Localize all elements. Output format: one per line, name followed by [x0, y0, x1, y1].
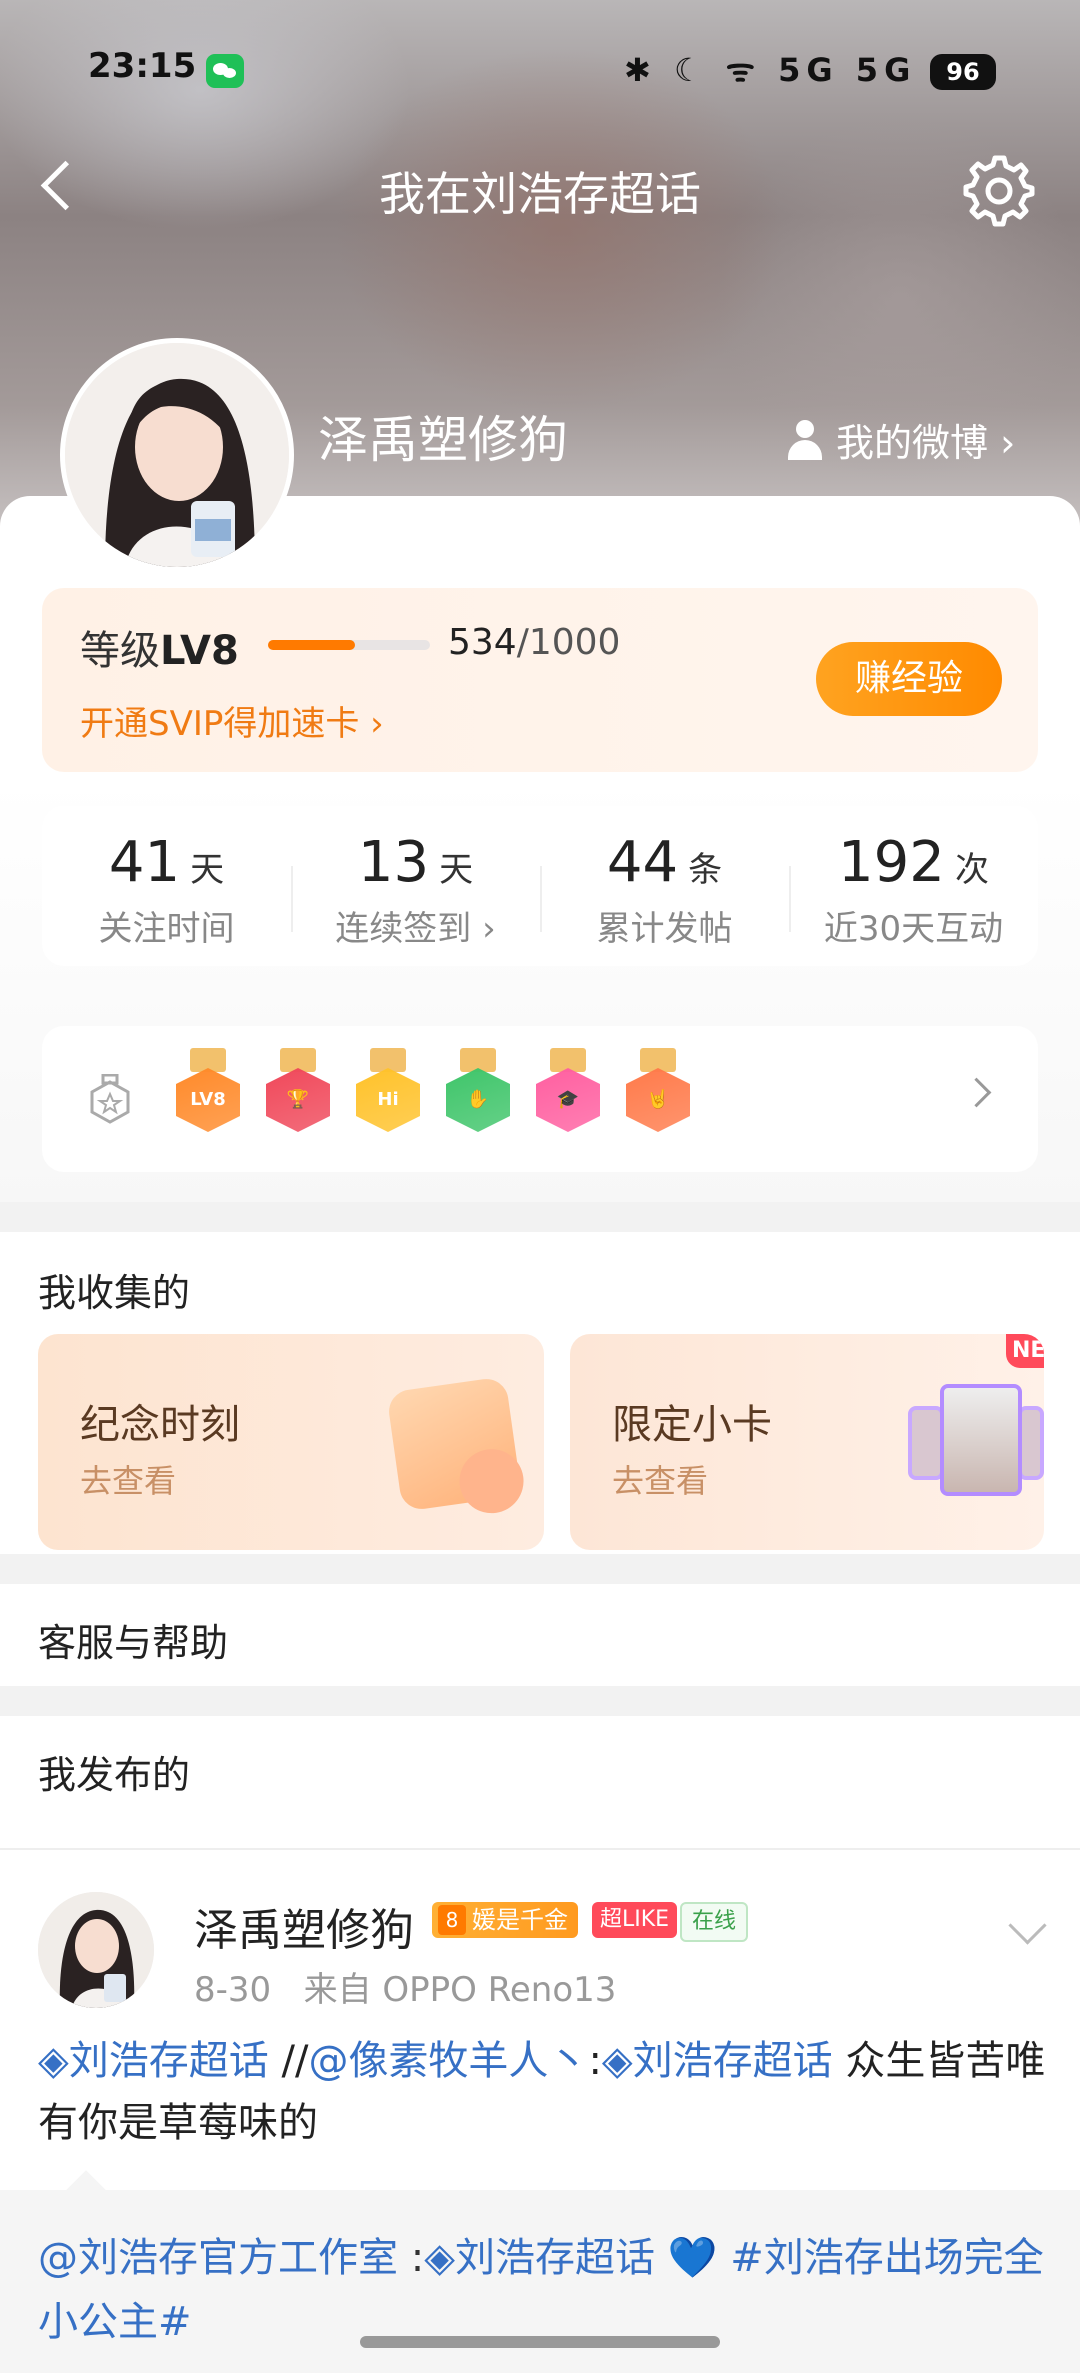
fan-level-tag: 媛是千金: [432, 1902, 578, 1938]
posted-section: 我发布的: [0, 1716, 1080, 1850]
mention-link[interactable]: @像素牧羊人丶: [308, 2038, 588, 2084]
topic-link[interactable]: ◈刘浩存超话: [38, 2038, 269, 2084]
stat-label: 近30天互动: [823, 909, 1004, 949]
rock-badge-icon: 🤘: [626, 1048, 690, 1134]
trophy-badge-icon: 🏆: [266, 1048, 330, 1134]
status-icons: ✱ ☾ ᯤ 5G 5G: [624, 51, 917, 89]
topic-link[interactable]: ◈刘浩存超话: [424, 2235, 655, 2281]
chevron-down-icon[interactable]: [1006, 1912, 1046, 1952]
mention-link[interactable]: @刘浩存官方工作室: [38, 2235, 398, 2281]
screen: 23:15 ✱ ☾ ᯤ 5G 5G 96 我在刘浩存超话 泽禹塑修狗 我的微博 …: [0, 0, 1080, 2373]
profile-card: 等级LV8 534/1000 开通SVIP得加速卡 › 赚经验 41 天 关注时间…: [0, 496, 1080, 1202]
level-label: 等级LV8: [80, 618, 239, 676]
medal-outline-icon: [88, 1074, 132, 1124]
my-weibo-label: 我的微博 ›: [836, 421, 1016, 465]
stat-unit: 次: [954, 850, 989, 890]
lv-badge-icon: LV8: [176, 1048, 240, 1134]
stat-value: 13: [357, 830, 430, 895]
nav-bar: 我在刘浩存超话: [0, 140, 1080, 230]
stat-posts: 44 条 累计发帖: [540, 806, 789, 966]
calendar-icon: [386, 1376, 522, 1512]
level-prefix: 等级: [80, 628, 160, 674]
stat-follow-days: 41 天 关注时间: [42, 806, 291, 966]
post-meta: 8-30 来自 OPPO Reno13: [194, 1962, 616, 2011]
my-weibo-link[interactable]: 我的微博 ›: [786, 412, 1015, 467]
collect-card-limited[interactable]: 限定小卡 去查看 NE: [570, 1334, 1044, 1550]
post-source: 来自 OPPO Reno13: [303, 1970, 617, 2010]
level-panel: 等级LV8 534/1000 开通SVIP得加速卡 › 赚经验: [42, 588, 1038, 772]
wechat-icon: [206, 54, 244, 88]
status-bar: 23:15 ✱ ☾ ᯤ 5G 5G 96: [0, 40, 1080, 104]
page-title: 我在刘浩存超话: [379, 167, 701, 221]
level-progress-text: 534/1000: [448, 622, 620, 663]
stat-interactions: 192 次 近30天互动: [789, 806, 1038, 966]
photo-card: [940, 1384, 1022, 1496]
posted-title: 我发布的: [38, 1753, 191, 1797]
heart-emoji: 💙: [654, 2235, 731, 2281]
collect-card-moments[interactable]: 纪念时刻 去查看: [38, 1334, 544, 1550]
stat-unit: 天: [439, 850, 474, 890]
post-text-part: //: [268, 2038, 309, 2084]
level-value: LV8: [160, 628, 239, 674]
post-date: 8-30: [194, 1970, 272, 2010]
stat-label: 累计发帖: [596, 909, 733, 949]
collect-card-sub: 去查看: [612, 1462, 709, 1500]
gear-icon[interactable]: [958, 150, 1036, 228]
avatar[interactable]: [60, 338, 294, 572]
level-progress-fill: [268, 640, 355, 650]
home-indicator[interactable]: [360, 2336, 720, 2348]
stat-checkin-days[interactable]: 13 天 连续签到 ›: [291, 806, 540, 966]
quoted-text: @刘浩存官方工作室 :◈刘浩存超话 💙 #刘浩存出场完全小公主#: [38, 2226, 1058, 2354]
person-icon: [786, 419, 824, 460]
stat-label: 连续签到 ›: [335, 909, 496, 949]
topic-link[interactable]: ◈刘浩存超话: [602, 2038, 833, 2084]
level-progress-bar: [268, 640, 430, 650]
level-total: /1000: [516, 622, 621, 663]
collect-card-title: 限定小卡: [612, 1402, 772, 1448]
super-like-tag: 超LIKE: [592, 1902, 678, 1938]
new-badge: NE: [1006, 1334, 1044, 1368]
quoted-text-part: :: [398, 2235, 425, 2281]
photo-card: [908, 1406, 944, 1480]
stats-panel: 41 天 关注时间 13 天 连续签到 › 44 条 累计发帖 192 次 近30天互动: [42, 806, 1038, 966]
post-item[interactable]: 泽禹塑修狗 媛是千金 超LIKE 在线 8-30 来自 OPPO Reno13 …: [0, 1850, 1080, 2190]
help-row[interactable]: 客服与帮助: [0, 1584, 1080, 1686]
collected-title: 我收集的: [38, 1271, 191, 1315]
collect-card-sub: 去查看: [80, 1462, 177, 1500]
stat-value: 44: [606, 830, 679, 895]
svip-link[interactable]: 开通SVIP得加速卡 ›: [80, 696, 384, 745]
online-tag: 在线: [680, 1902, 749, 1942]
battery-indicator: 96: [930, 54, 996, 90]
hi-badge-icon: Hi: [356, 1048, 420, 1134]
stat-label: 关注时间: [98, 909, 235, 949]
stat-unit: 条: [688, 850, 723, 890]
post-avatar[interactable]: [38, 1892, 154, 2008]
post-author[interactable]: 泽禹塑修狗: [194, 1894, 414, 1958]
level-current: 534: [448, 622, 517, 663]
hand-badge-icon: ✋: [446, 1048, 510, 1134]
collect-card-title: 纪念时刻: [80, 1402, 240, 1448]
graduate-badge-icon: 🎓: [536, 1048, 600, 1134]
earn-exp-button[interactable]: 赚经验: [816, 642, 1002, 716]
chevron-right-icon: [966, 1076, 996, 1106]
stat-value: 192: [838, 830, 945, 895]
badges-row[interactable]: LV8 🏆 Hi ✋ 🎓 🤘: [42, 1026, 1038, 1172]
post-text-part: :: [588, 2038, 602, 2084]
profile-username: 泽禹塑修狗: [318, 411, 568, 469]
help-title: 客服与帮助: [38, 1621, 229, 1665]
stat-unit: 天: [190, 850, 225, 890]
stat-value: 41: [108, 830, 181, 895]
status-time: 23:15: [88, 46, 197, 86]
post-text: ◈刘浩存超话 //@像素牧羊人丶:◈刘浩存超话 众生皆苦唯有你是草莓味的: [38, 2030, 1048, 2154]
